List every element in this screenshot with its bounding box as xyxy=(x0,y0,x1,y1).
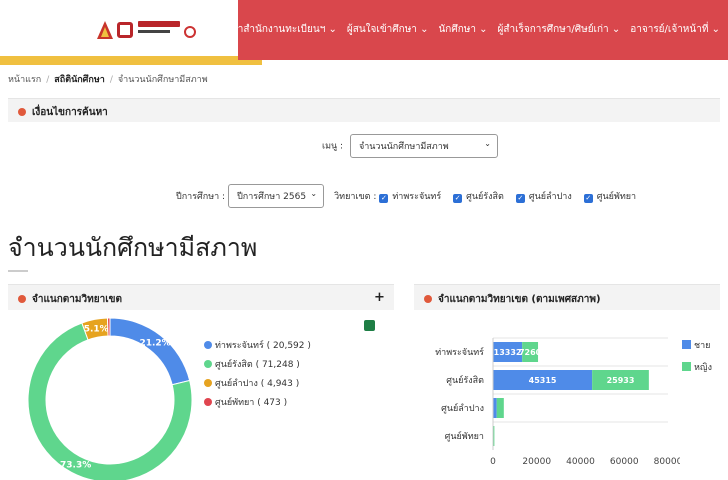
campus-checkbox-lampang[interactable]: ✓ ศูนย์ลำปาง xyxy=(515,189,572,203)
bar-category-label: ท่าพระจันทร์ xyxy=(435,346,484,358)
bar-value-label: 7260 xyxy=(519,348,542,357)
donut-slice-3[interactable] xyxy=(106,317,111,337)
gender-legend: ชาย หญิง xyxy=(682,338,712,382)
bar-category-label: ศูนย์พัทยา xyxy=(445,430,484,442)
certification-badges xyxy=(184,23,210,38)
donut-label-1: 73.3% xyxy=(60,460,91,470)
gender-bar-chart: ท่าพระจันทร์ 133327260 ศูนย์รังสิต 45315 259… xyxy=(435,337,680,467)
x-tick-label: 60000 xyxy=(610,457,639,467)
check-icon: ✓ xyxy=(583,194,593,203)
bar-value-label: 45315 xyxy=(529,376,557,385)
bar-category-label: ศูนย์รังสิต xyxy=(446,374,484,386)
menu-label: เมนู : xyxy=(322,141,344,152)
breadcrumb-stats[interactable]: สถิตินักศึกษา xyxy=(54,75,105,85)
x-tick-label: 0 xyxy=(490,457,496,467)
menu-row: เมนู : จำนวนนักศึกษามีสภาพ ⌄ xyxy=(322,134,498,158)
title-underline xyxy=(8,270,28,272)
search-panel-title: เงื่อนไขการค้นหา xyxy=(32,107,108,118)
main-nav: แนะนำสำนักงานทะเบียนฯ ⌄ ผู้สนใจเข้าศึกษา… xyxy=(212,22,720,37)
campus-checkbox-pattaya[interactable]: ✓ ศูนย์พัทยา xyxy=(583,189,636,203)
legend-item-lampang[interactable]: ศูนย์ลำปาง ( 4,943 ) xyxy=(204,376,311,390)
bar-category-label: ศูนย์ลำปาง xyxy=(441,402,484,414)
legend-item-pattaya[interactable]: ศูนย์พัทยา ( 473 ) xyxy=(204,395,311,409)
year-label: ปีการศึกษา : xyxy=(176,192,226,202)
registrar-wordmark xyxy=(138,21,180,39)
campus-panel-header: จำแนกตามวิทยาเขต xyxy=(8,284,394,310)
check-icon: ✓ xyxy=(379,194,389,203)
breadcrumb: หน้าแรก / สถิตินักศึกษา / จำนวนนักศึกษามีสภา… xyxy=(8,75,208,85)
campus-checkbox-thaprachan[interactable]: ✓ ท่าพระจันทร์ xyxy=(379,189,441,203)
bullet-icon xyxy=(424,295,432,303)
nav-item-alumni[interactable]: ผู้สำเร็จการศึกษา/ศิษย์เก่า ⌄ xyxy=(498,22,621,37)
gender-panel-title: จำแนกตามวิทยาเขต (ตามเพศสภาพ) xyxy=(438,294,601,305)
site-logo[interactable] xyxy=(0,0,238,60)
x-tick-label: 80000 xyxy=(654,457,680,467)
bullet-icon xyxy=(18,295,26,303)
x-tick-label: 20000 xyxy=(522,457,551,467)
bar-female-3[interactable] xyxy=(493,426,495,446)
nav-item-applicants[interactable]: ผู้สนใจเข้าศึกษา ⌄ xyxy=(347,22,429,37)
check-icon: ✓ xyxy=(515,194,525,203)
campus-label: วิทยาเขต : xyxy=(334,192,377,202)
header-accent-strip xyxy=(0,60,262,65)
university-emblem-icon xyxy=(97,21,113,39)
bar-value-label: 25933 xyxy=(607,376,635,385)
legend-item-thaprachan[interactable]: ท่าพระจันทร์ ( 20,592 ) xyxy=(204,338,311,352)
legend-item-rangsit[interactable]: ศูนย์รังสิต ( 71,248 ) xyxy=(204,357,311,371)
chevron-down-icon: ⌄ xyxy=(310,189,318,198)
x-tick-label: 40000 xyxy=(566,457,595,467)
check-icon: ✓ xyxy=(453,194,463,203)
search-panel-header: เงื่อนไขการค้นหา xyxy=(8,98,720,122)
donut-label-2: 5.1% xyxy=(84,324,109,334)
filter-row: ปีการศึกษา : ปีการศึกษา 2565 ⌄ วิทยาเขต :… xyxy=(176,184,648,208)
campus-panel-title: จำแนกตามวิทยาเขต xyxy=(32,294,122,305)
nav-item-students[interactable]: นักศึกษา ⌄ xyxy=(438,22,487,37)
page-title: จำนวนนักศึกษามีสภาพ xyxy=(8,233,258,262)
donut-slice-0[interactable] xyxy=(109,317,191,386)
bar-female-2[interactable] xyxy=(496,398,504,418)
breadcrumb-home[interactable]: หน้าแรก xyxy=(8,75,41,85)
excel-export-icon[interactable] xyxy=(364,320,375,331)
bar-value-label: 13332 xyxy=(494,348,522,357)
menu-select[interactable]: จำนวนนักศึกษามีสภาพ ⌄ xyxy=(349,134,498,158)
gender-panel-header: จำแนกตามวิทยาเขต (ตามเพศสภาพ) xyxy=(414,284,720,310)
donut-label-0: 21.2% xyxy=(139,339,170,349)
breadcrumb-current: จำนวนนักศึกษามีสภาพ xyxy=(117,75,208,85)
bar-male-2[interactable] xyxy=(493,398,497,418)
legend-item-female[interactable]: หญิง xyxy=(682,360,712,374)
registrar-logo-icon xyxy=(117,22,133,38)
nav-item-staff[interactable]: อาจารย์/เจ้าหน้าที่ ⌄ xyxy=(630,22,720,37)
year-select[interactable]: ปีการศึกษา 2565 ⌄ xyxy=(228,184,325,208)
bullet-icon xyxy=(18,108,26,116)
expand-plus-icon[interactable]: + xyxy=(374,290,385,305)
campus-legend: ท่าพระจันทร์ ( 20,592 ) ศูนย์รังสิต ( 71… xyxy=(204,338,311,414)
campus-donut-chart: 21.2% 73.3% 5.1% xyxy=(27,317,193,480)
nav-item-about[interactable]: แนะนำสำนักงานทะเบียนฯ ⌄ xyxy=(212,22,337,37)
campus-checkbox-rangsit[interactable]: ✓ ศูนย์รังสิต xyxy=(453,189,504,203)
chevron-down-icon: ⌄ xyxy=(484,139,491,148)
legend-item-male[interactable]: ชาย xyxy=(682,338,712,352)
